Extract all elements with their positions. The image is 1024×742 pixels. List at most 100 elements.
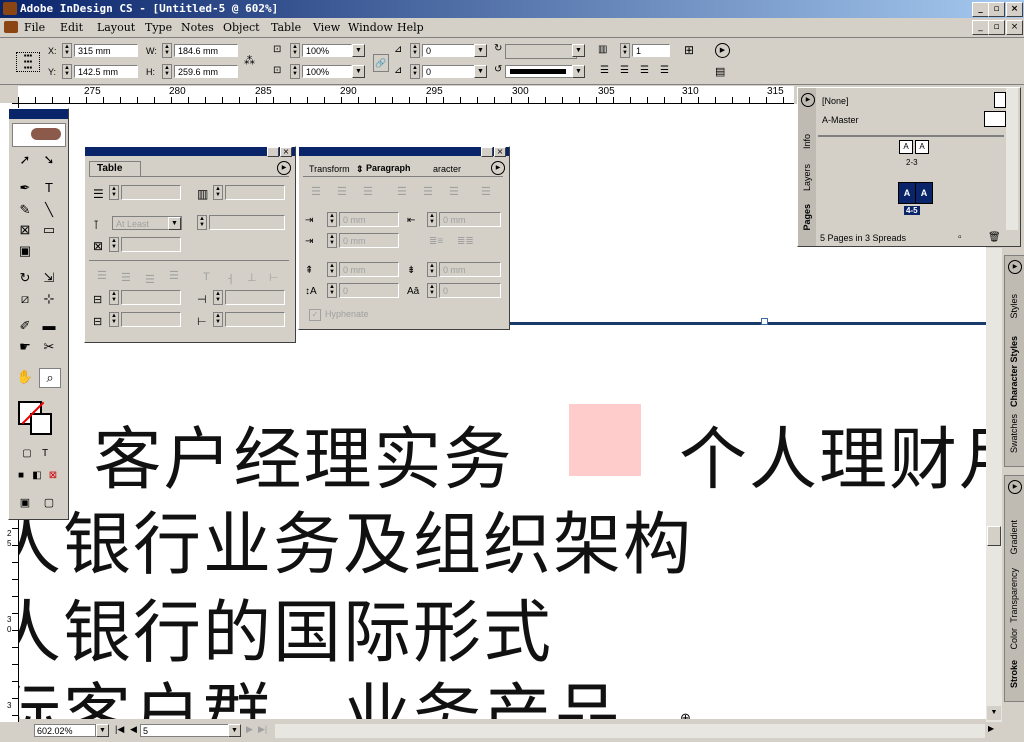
left-inset-field[interactable] [225,290,285,305]
page-4-thumb[interactable]: A [898,182,916,204]
control-options-icon[interactable]: ▤ [715,65,725,78]
eyedropper-tool-icon[interactable]: ✐ [15,317,35,335]
tab-transform[interactable]: Transform [309,164,350,174]
first-page-icon[interactable]: |◀ [115,724,124,735]
rotate-field[interactable]: 0 [422,44,476,57]
dock1-menu-icon[interactable]: ▶ [1008,260,1022,274]
constrain-proportions-icon[interactable]: ⁂ [244,54,255,67]
row-height-field[interactable] [209,215,285,230]
tab-layers[interactable]: Layers [802,164,812,191]
restore-button[interactable]: ▫ [988,2,1005,17]
shear-tool-icon[interactable]: ⧄ [15,290,35,308]
top-inset-stepper[interactable]: ▲ ▼ [109,290,119,305]
align-right-text-icon[interactable]: ☰ [363,185,373,198]
page-dropdown[interactable]: ▼ [228,724,241,737]
justify-center-icon[interactable]: ☰ [423,185,433,198]
doc-minimize-button[interactable]: _ [972,20,989,35]
link-scale-icon[interactable]: 🔗 [373,54,389,72]
right-indent-stepper[interactable]: ▲ ▼ [427,212,437,227]
pencil-tool-icon[interactable]: ✎ [15,201,35,219]
align-center-v-icon[interactable]: ☰ [121,271,131,284]
dock2-menu-icon[interactable]: ▶ [1008,480,1022,494]
right-indent-field[interactable]: 0 mm [439,212,501,227]
menu-view[interactable]: View [313,21,340,34]
button-tool-icon[interactable]: ▣ [15,242,35,260]
y-field[interactable]: 142.5 mm [74,65,138,78]
hyphenate-checkbox[interactable]: ✓ [309,309,321,321]
drop-lines-field[interactable]: 0 [339,283,399,298]
align-bottom-icon[interactable]: ☰ [640,65,649,76]
tab-info[interactable]: Info [802,134,812,149]
align-bottom-v-icon[interactable]: ☰ [145,273,155,286]
align-to-grid-off-icon[interactable]: ≣≡ [429,236,443,247]
normal-view-icon[interactable]: ▣ [15,494,35,512]
rectangle-frame-tool-icon[interactable]: ⊠ [15,221,35,239]
text-line-4[interactable]: 际客户群、业务产品 [19,660,623,719]
align-justify-icon[interactable]: ☰ [660,65,669,76]
text-rotate-270-icon[interactable]: ⊢ [269,271,279,284]
doc-close-button[interactable]: × [1006,20,1023,35]
hand-tool-icon[interactable]: ✋ [15,368,35,386]
highlight-box[interactable] [569,404,641,476]
text-line-2[interactable]: 人银行业务及组织架构 [19,489,693,588]
delete-page-icon[interactable]: 🗑 [988,232,1001,243]
align-center-text-icon[interactable]: ☰ [337,185,347,198]
top-inset-field[interactable] [121,290,181,305]
right-inset-stepper[interactable]: ▲ ▼ [213,312,223,327]
rotate-90-ccw-icon[interactable]: ↺ [494,64,502,75]
align-left-icon[interactable]: ☰ [600,65,609,76]
columns-field[interactable] [225,185,285,200]
button-hand-icon[interactable]: ☛ [15,338,35,356]
apply-none-icon[interactable]: ⊠ [43,467,63,485]
tab-paragraph[interactable]: Paragraph [366,163,411,173]
justify-vertical-icon[interactable]: ☰ [169,269,179,282]
tab-swatches[interactable]: Swatches [1009,414,1019,453]
prev-page-icon[interactable]: ◀ [130,724,137,735]
table-panel-close[interactable]: × [280,147,292,157]
page-field[interactable]: 5 [140,724,230,737]
scale-tool-icon[interactable]: ⇲ [39,269,59,287]
justify-all-icon[interactable]: ☰ [481,185,491,198]
tab-color[interactable]: Color [1009,628,1019,650]
shear-stepper[interactable]: ▲ ▼ [410,64,420,79]
menu-type[interactable]: Type [145,21,172,34]
scale-y-dropdown[interactable]: ▼ [352,65,365,78]
text-line-1-right[interactable]: 个人理财月 [679,404,986,503]
scroll-right-arrow[interactable]: ▶ [988,724,994,733]
justify-left-icon[interactable]: ☰ [397,185,407,198]
zoom-dropdown[interactable]: ▼ [96,724,109,737]
column-width-field[interactable] [121,237,181,252]
table-panel-menu-icon[interactable]: ▶ [277,161,291,175]
page-5-thumb[interactable]: A [915,182,933,204]
row-height-stepper[interactable]: ▲ ▼ [197,215,207,230]
rows-field[interactable] [121,185,181,200]
menu-file[interactable]: File [24,21,45,34]
space-after-field[interactable]: 0 mm [439,262,501,277]
scale-x-dropdown[interactable]: ▼ [352,44,365,57]
column-width-stepper[interactable]: ▲ ▼ [109,237,119,252]
new-page-icon[interactable]: ▫ [958,232,962,243]
align-to-grid-on-icon[interactable]: ≣≣ [457,236,474,247]
h-stepper[interactable]: ▲ ▼ [162,64,172,79]
tab-character[interactable]: aracter [433,164,461,174]
formatting-text-icon[interactable]: T [35,445,55,463]
pages-panel-menu-icon[interactable]: ▶ [801,93,815,107]
scale-x-field[interactable]: 100% [302,44,352,57]
shear-field[interactable]: 0 [422,65,476,78]
space-before-stepper[interactable]: ▲ ▼ [327,262,337,277]
text-rotate-0-icon[interactable]: T [203,271,210,283]
stroke-swatch[interactable] [30,413,52,435]
direct-selection-tool-icon[interactable]: ➘ [39,151,59,169]
stroke-weight-field[interactable]: 1 [632,44,670,57]
pen-tool-icon[interactable]: ✒ [15,179,35,197]
stroke-style-arrow[interactable]: ▼ [572,44,585,57]
tab-table[interactable]: Table [97,163,122,174]
w-field[interactable]: 184.6 mm [174,44,238,57]
left-indent-field[interactable]: 0 mm [339,212,399,227]
scroll-thumb[interactable] [987,526,1001,546]
align-top-icon[interactable]: ☰ [97,269,107,282]
first-indent-field[interactable]: 0 mm [339,233,399,248]
paragraph-panel-menu-icon[interactable]: ▶ [491,161,505,175]
justify-right-icon[interactable]: ☰ [449,185,459,198]
selection-tool-icon[interactable]: ➚ [15,151,35,169]
